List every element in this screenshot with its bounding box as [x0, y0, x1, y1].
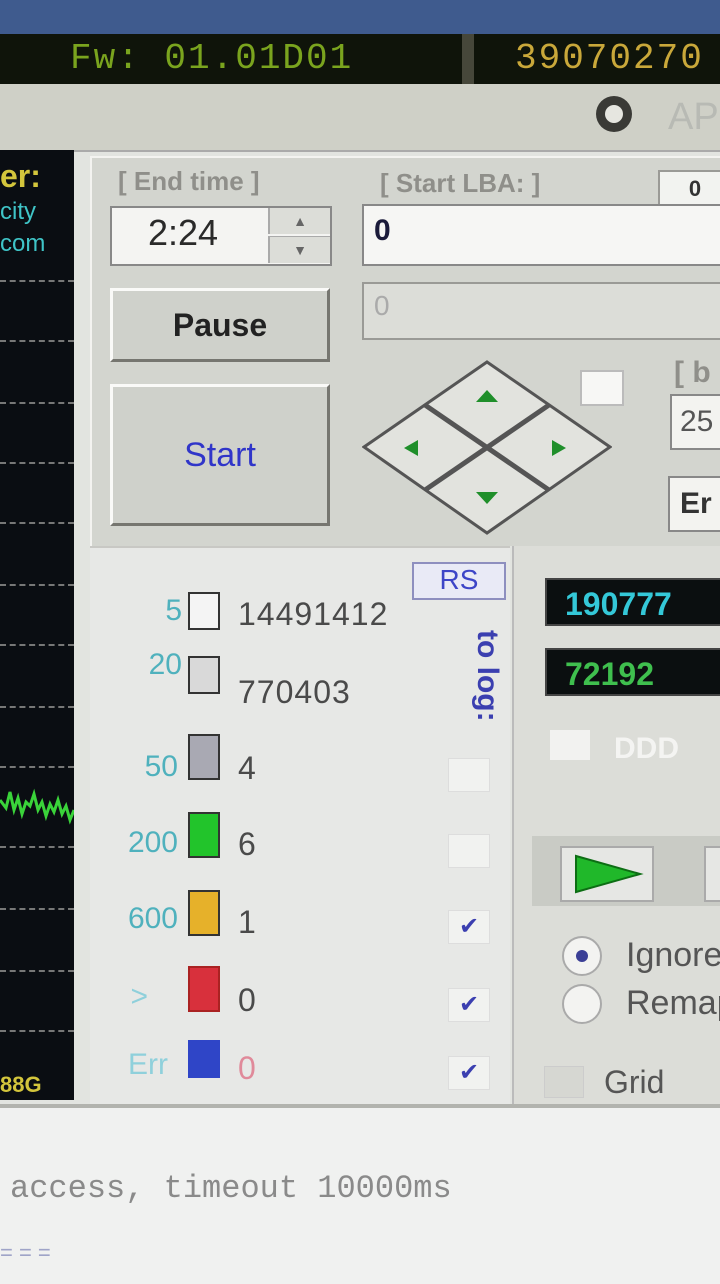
- block-count: 770403: [238, 674, 351, 710]
- grid-label: Grid: [604, 1064, 665, 1100]
- end-lba-input[interactable]: [362, 282, 720, 340]
- color-swatch: [188, 734, 220, 780]
- mode-select[interactable]: Er: [668, 476, 720, 532]
- end-time-label: [ End time ]: [118, 166, 260, 196]
- map-line-1: city: [0, 198, 36, 225]
- spin-down-button[interactable]: ▼: [268, 236, 330, 263]
- threshold-label: 5: [165, 594, 182, 627]
- grid-line: [0, 846, 74, 850]
- start-lba-label: [ Start LBA: ]: [380, 168, 541, 198]
- ddd-label: DDD: [614, 732, 679, 765]
- grid-line: [0, 908, 74, 912]
- color-swatch: [188, 812, 220, 858]
- end-time-value: 2:24: [148, 212, 219, 253]
- log-checkbox-over[interactable]: ✔: [448, 988, 490, 1022]
- remap-label: Remap: [626, 984, 720, 1022]
- option-checkbox[interactable]: [580, 370, 624, 406]
- color-swatch: [188, 966, 220, 1012]
- speed-graph: [0, 788, 74, 825]
- error-swatch: [188, 1040, 220, 1078]
- block-count: 1: [238, 904, 257, 940]
- play-button[interactable]: [560, 846, 654, 902]
- direction-pad[interactable]: [362, 360, 612, 535]
- grid-line: [0, 584, 74, 588]
- speed-counter: 72192: [545, 648, 720, 696]
- progress-counter: 190777: [545, 578, 720, 626]
- error-count: 0: [238, 1050, 257, 1086]
- next-button[interactable]: [704, 846, 720, 902]
- grid-line: [0, 706, 74, 710]
- ddd-checkbox[interactable]: [550, 730, 590, 760]
- ignore-label: Ignore: [626, 936, 720, 974]
- grid-line: [0, 1030, 74, 1034]
- reset-stats-button[interactable]: RS: [412, 562, 506, 600]
- start-button[interactable]: Start: [110, 384, 330, 526]
- to-log-header: to log:: [471, 630, 500, 722]
- svg-text:to log:: to log:: [471, 630, 500, 722]
- color-swatch: [188, 592, 220, 630]
- color-swatch: [188, 656, 220, 694]
- start-lba-value: 0: [374, 214, 391, 247]
- pause-button[interactable]: Pause: [110, 288, 330, 362]
- color-swatch: [188, 890, 220, 936]
- grid-line: [0, 644, 74, 648]
- threshold-label: >: [130, 980, 148, 1013]
- block-count: 6: [238, 826, 257, 862]
- log-checkbox-50[interactable]: [448, 758, 490, 792]
- grid-checkbox[interactable]: [544, 1066, 584, 1098]
- start-lba-input[interactable]: [362, 204, 720, 266]
- block-count: 14491412: [238, 596, 389, 632]
- threshold-label: Err: [128, 1048, 168, 1081]
- threshold-label: 50: [144, 750, 178, 783]
- block-count: 0: [238, 982, 257, 1018]
- firmware-label: Fw: 01.01D01: [70, 38, 354, 79]
- log-scroll-indicator: = = =: [0, 1240, 51, 1265]
- grid-line: [0, 970, 74, 974]
- grid-line: [0, 340, 74, 344]
- threshold-label: 600: [127, 902, 178, 935]
- log-checkbox-600[interactable]: ✔: [448, 910, 490, 944]
- grid-line: [0, 402, 74, 406]
- grid-line: [0, 766, 74, 770]
- start-lba-small-field[interactable]: 0: [658, 170, 720, 208]
- log-checkbox-200[interactable]: [448, 834, 490, 868]
- info-separator: [462, 34, 474, 84]
- log-line: access, timeout 10000ms: [10, 1170, 452, 1207]
- capacity-label: 88G: [0, 1072, 42, 1097]
- grid-line: [0, 462, 74, 466]
- ignore-radio-button[interactable]: [562, 936, 602, 976]
- serial-label: 39070270: [515, 38, 704, 79]
- title-bar-strip: [0, 0, 720, 34]
- block-size-label: [ b: [674, 356, 711, 389]
- block-size-input[interactable]: 25: [670, 394, 720, 450]
- grid-line: [0, 522, 74, 526]
- map-line-2: com: [0, 230, 46, 257]
- log-checkbox-err[interactable]: ✔: [448, 1056, 490, 1090]
- scan-map-panel: [0, 150, 74, 1100]
- api-radio-button[interactable]: [596, 96, 632, 132]
- spin-up-button[interactable]: ▲: [268, 208, 330, 234]
- threshold-label: 200: [127, 826, 178, 859]
- api-label: AP: [668, 96, 719, 138]
- map-title-fragment: er:: [0, 158, 41, 194]
- grid-line: [0, 280, 74, 284]
- end-lba-value: 0: [374, 290, 390, 321]
- block-count: 4: [238, 750, 257, 786]
- play-icon: [575, 854, 644, 894]
- remap-radio-button[interactable]: [562, 984, 602, 1024]
- threshold-label: 20: [148, 648, 182, 681]
